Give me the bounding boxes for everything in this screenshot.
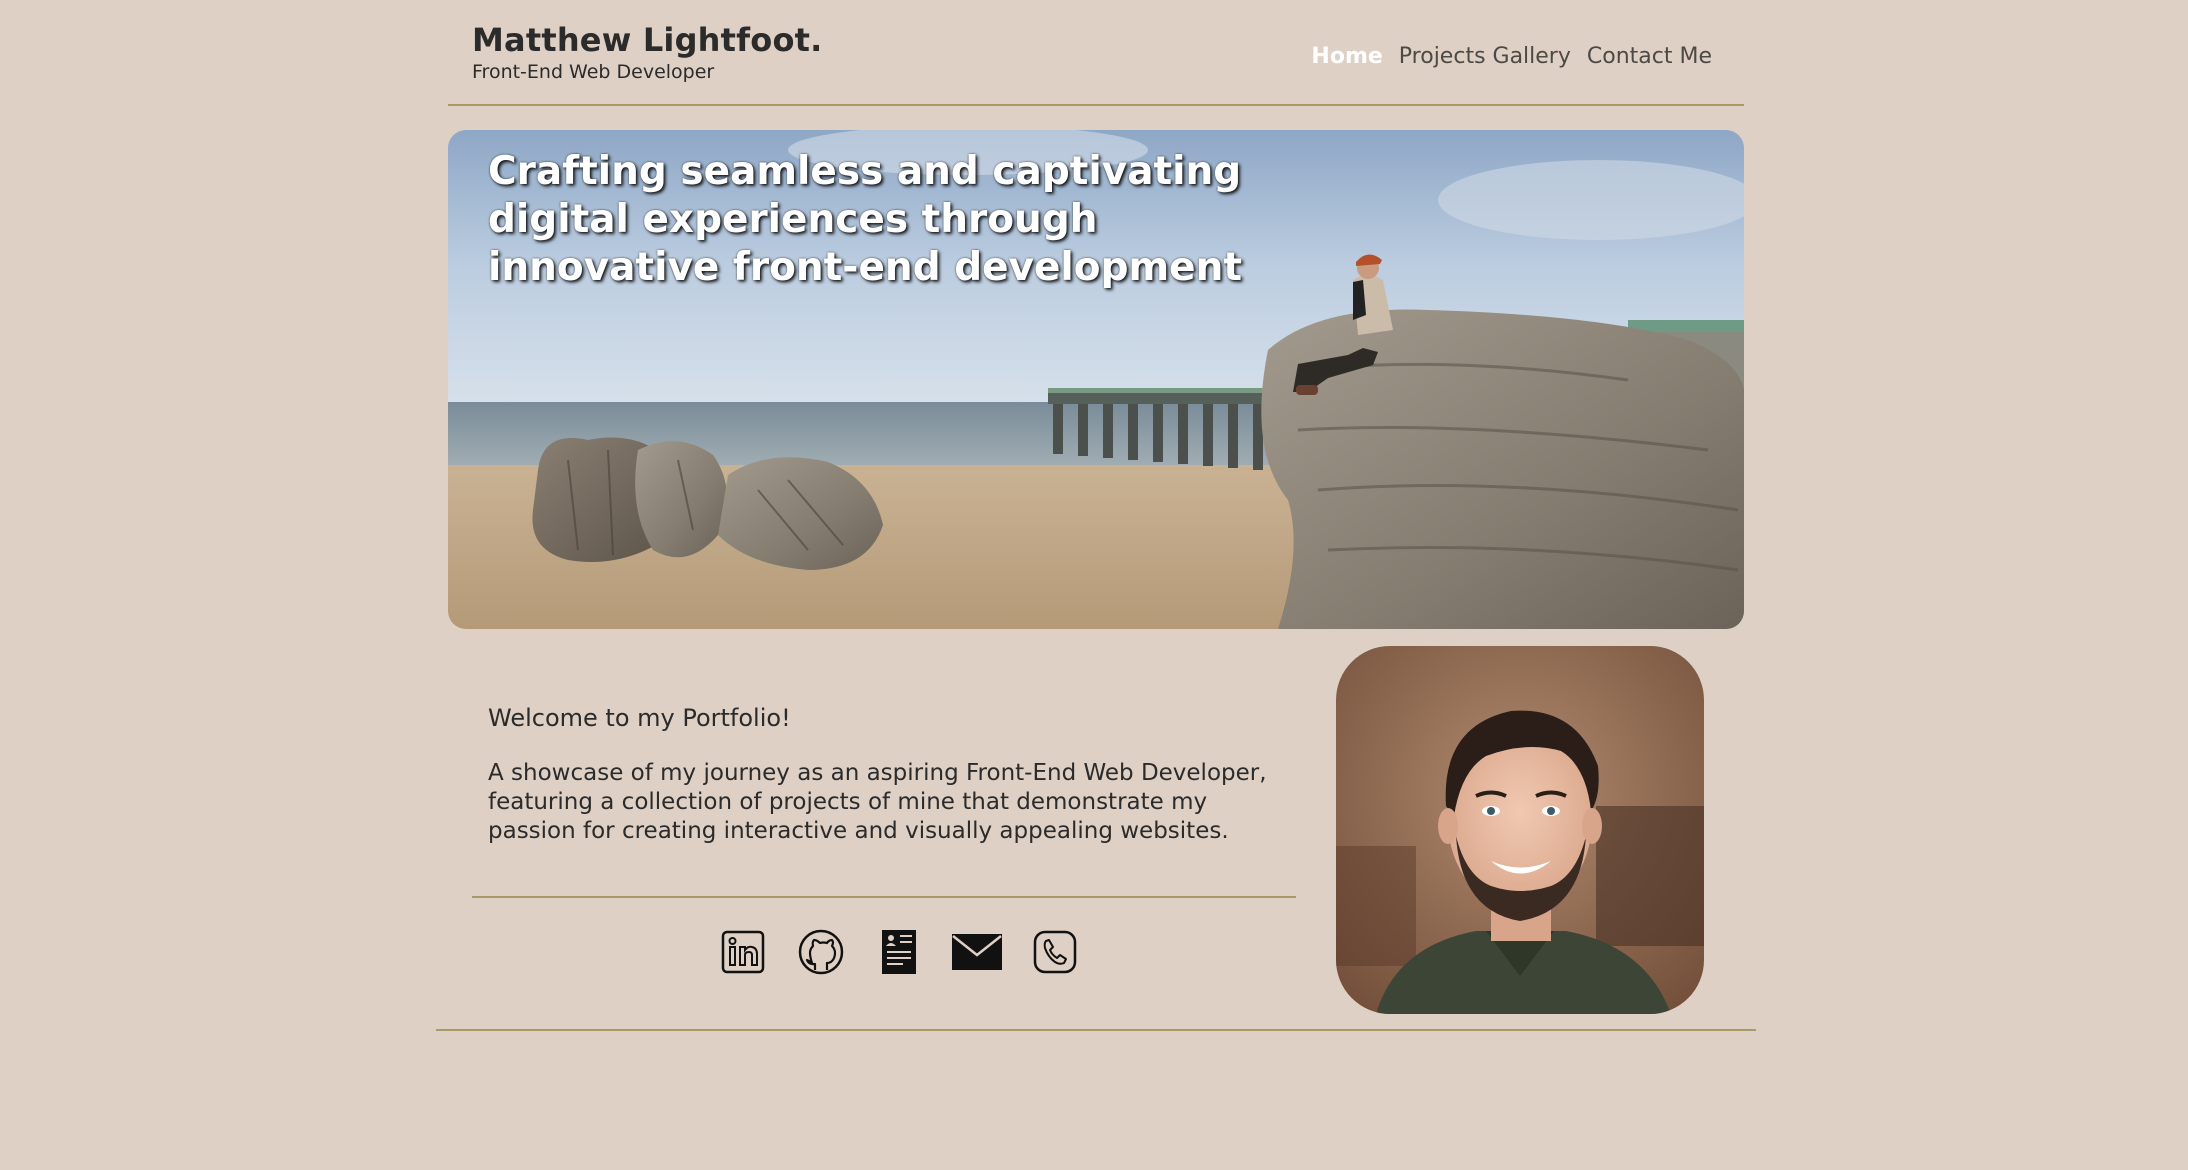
phone-icon [1033,930,1077,974]
email-icon [952,934,1002,970]
about-section: Welcome to my Portfolio! A showcase of m… [448,646,1744,1032]
hero-tagline: Crafting seamless and captivating digita… [488,149,1243,290]
brand: Matthew Lightfoot. Front-End Web Develop… [472,20,823,84]
nav-home[interactable]: Home [1311,42,1382,72]
section-divider [472,896,1296,898]
linkedin-link[interactable] [704,924,782,980]
footer-divider [436,1029,1756,1031]
linkedin-icon [721,930,765,974]
hero-banner: Crafting seamless and captivating digita… [448,130,1744,629]
github-icon [798,929,844,975]
email-link[interactable] [938,924,1016,980]
intro-paragraph: A showcase of my journey as an aspiring … [488,760,1267,844]
site-header: Matthew Lightfoot. Front-End Web Develop… [448,0,1744,106]
profile-photo [1336,646,1704,1014]
site-title: Matthew Lightfoot. [472,21,823,59]
page-container: Matthew Lightfoot. Front-End Web Develop… [448,0,1744,1014]
welcome-heading: Welcome to my Portfolio! [488,704,791,732]
phone-link[interactable] [1016,924,1094,980]
portrait-image [1336,646,1704,1014]
main-nav: Home Projects Gallery Contact Me [1311,42,1712,72]
resume-link[interactable] [860,924,938,980]
social-links [704,924,1094,980]
github-link[interactable] [782,924,860,980]
nav-contact-me[interactable]: Contact Me [1587,42,1712,72]
nav-projects-gallery[interactable]: Projects Gallery [1399,42,1571,72]
about-text: Welcome to my Portfolio! A showcase of m… [488,702,1278,846]
site-subtitle: Front-End Web Developer [472,61,715,83]
resume-icon [882,930,916,974]
